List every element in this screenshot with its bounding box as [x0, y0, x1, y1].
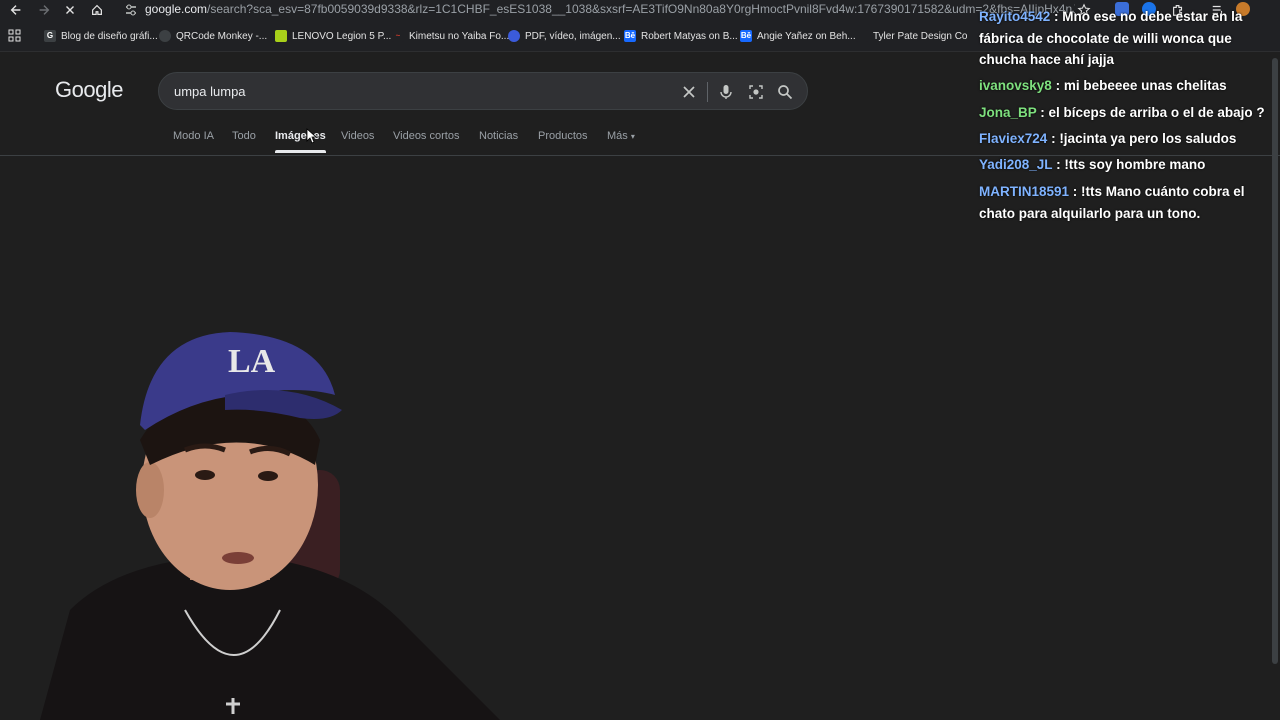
address-bar[interactable]: google.com/search?sca_esv=87fb0059039d93… [118, 0, 1078, 20]
chat-username: Flaviex724 [979, 131, 1048, 146]
bookmark-item[interactable]: Bē Robert Matyas on B... [624, 28, 738, 44]
chat-text: !jacinta ya pero los saludos [1059, 131, 1237, 146]
url-path: /search?sca_esv=87fb0059039d9338&rlz=1C1… [207, 2, 1075, 16]
chat-message: Jona_BP : el bíceps de arriba o el de ab… [979, 105, 1265, 120]
search-divider [707, 82, 708, 102]
url-text: google.com/search?sca_esv=87fb0059039d93… [145, 2, 1075, 16]
bookmark-label: PDF, vídeo, imágen... [525, 30, 621, 42]
chevron-down-icon: ▾ [630, 132, 635, 141]
qrcode-monkey-icon [159, 30, 171, 42]
chat-message: ivanovsky8 : mi bebeeee unas chelitas [979, 78, 1227, 93]
behance-icon: Bē [740, 30, 752, 42]
bookmark-item[interactable]: ~ Kimetsu no Yaiba Fo... [392, 28, 509, 44]
mouse-cursor-icon [306, 128, 318, 144]
stop-loading-icon[interactable] [62, 2, 78, 18]
blank-icon [856, 30, 868, 42]
bookmark-label: Blog de diseño gráfi... [61, 30, 158, 42]
chat-username: ivanovsky8 [979, 78, 1052, 93]
tab-noticias[interactable]: Noticias [479, 130, 518, 142]
chat-message: Yadi208_JL : !tts soy hombre mano [979, 157, 1206, 172]
home-icon[interactable] [89, 2, 105, 18]
chat-username: MARTIN18591 [979, 184, 1070, 199]
tab-mas[interactable]: Más ▾ [607, 130, 635, 142]
google-icon: G [44, 30, 56, 42]
back-icon[interactable] [8, 2, 24, 18]
bookmark-label: Tyler Pate Design Co [873, 30, 968, 42]
bookmark-label: Angie Yañez on Beh... [757, 30, 856, 42]
bookmark-label: LENOVO Legion 5 P... [292, 30, 392, 42]
bookmark-item[interactable]: Bē Angie Yañez on Beh... [740, 28, 856, 44]
url-host: google.com [145, 2, 208, 16]
chat-message: Rayito4542 : Mno ese no debe estar en la… [979, 9, 1243, 67]
clear-search-icon[interactable] [680, 83, 698, 101]
apps-grid-icon[interactable] [8, 29, 22, 43]
chat-username: Yadi208_JL [979, 157, 1053, 172]
voice-search-icon[interactable] [717, 83, 735, 101]
search-icon[interactable] [776, 83, 794, 101]
search-input[interactable]: umpa lumpa [174, 84, 246, 99]
google-logo[interactable]: Google [55, 77, 123, 103]
cap-logo: LA [228, 343, 276, 380]
bookmark-item[interactable]: QRCode Monkey -... [159, 28, 267, 44]
chat-text: el bíceps de arriba o el de abajo ? [1048, 105, 1265, 120]
site-settings-icon[interactable] [124, 3, 138, 17]
tab-productos[interactable]: Productos [538, 130, 588, 142]
forward-icon[interactable] [36, 2, 52, 18]
lens-search-icon[interactable] [747, 83, 765, 101]
bookmark-label: Kimetsu no Yaiba Fo... [409, 30, 510, 42]
chat-username: Jona_BP [979, 105, 1037, 120]
chat-text: !tts soy hombre mano [1064, 157, 1206, 172]
bookmark-item[interactable]: G Blog de diseño gráfi... [44, 28, 158, 44]
bookmark-label: Robert Matyas on B... [641, 30, 738, 42]
page-scrollbar[interactable] [1272, 58, 1278, 664]
bookmark-item[interactable]: Tyler Pate Design Co [856, 28, 968, 44]
pdf-icon [508, 30, 520, 42]
bookmark-item[interactable]: PDF, vídeo, imágen... [508, 28, 621, 44]
chat-text: mi bebeeee unas chelitas [1063, 78, 1227, 93]
bookmark-label: QRCode Monkey -... [176, 30, 268, 42]
bookmark-item[interactable]: LENOVO Legion 5 P... [275, 28, 391, 44]
kimetsu-icon: ~ [392, 30, 404, 42]
chat-message: Flaviex724 : !jacinta ya pero los saludo… [979, 131, 1237, 146]
behance-icon: Bē [624, 30, 636, 42]
tab-mas-label: Más [607, 130, 628, 142]
tab-imagenes[interactable]: Imágenes [275, 130, 326, 153]
tab-videos-cortos[interactable]: Videos cortos [393, 130, 459, 142]
webcam-person: LA [40, 332, 500, 720]
tab-modo-ia[interactable]: Modo IA [173, 130, 214, 142]
chat-username: Rayito4542 [979, 9, 1051, 24]
search-box[interactable]: umpa lumpa [158, 72, 808, 110]
tab-videos[interactable]: Videos [341, 130, 374, 142]
chat-message: MARTIN18591 : !tts Mano cuánto cobra el … [979, 184, 1245, 221]
lenovo-icon [275, 30, 287, 42]
tab-todo[interactable]: Todo [232, 130, 256, 142]
